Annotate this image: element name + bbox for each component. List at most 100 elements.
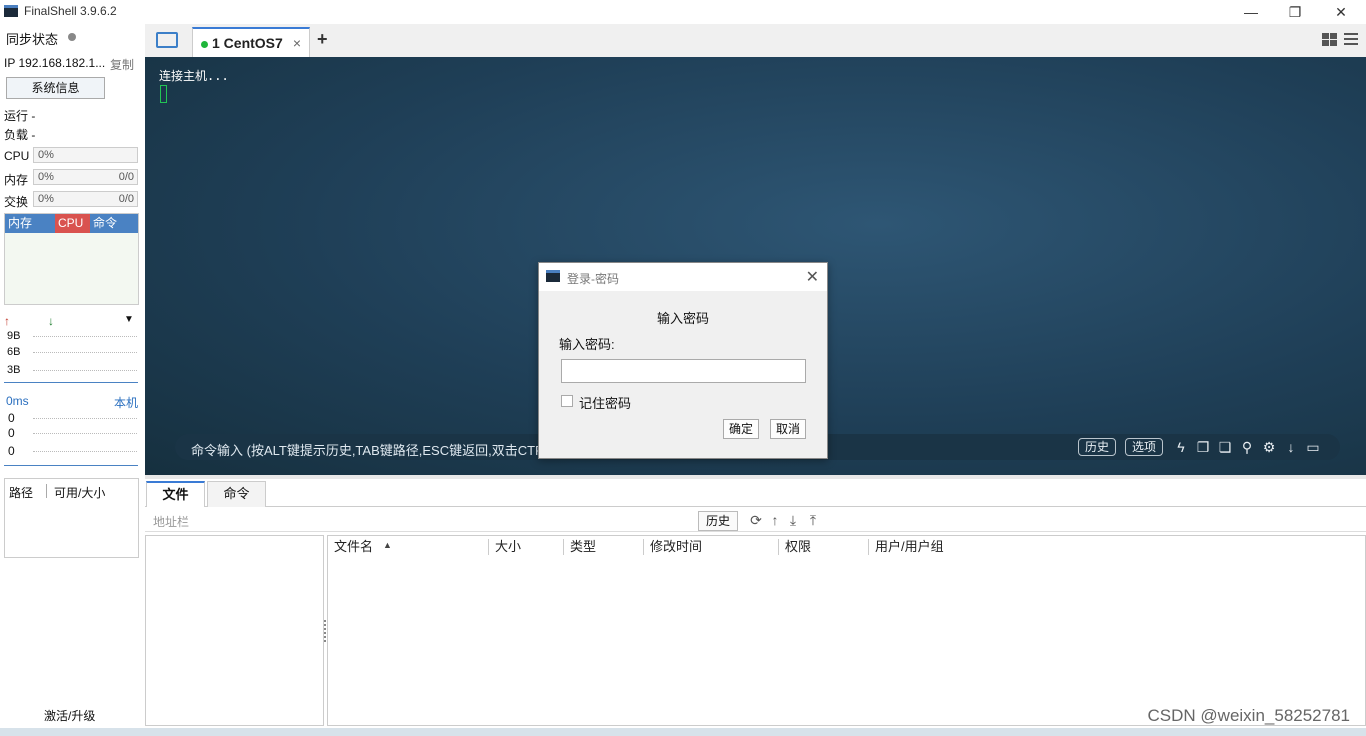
- history-button[interactable]: 历史: [1078, 438, 1117, 456]
- parent-dir-icon[interactable]: ↑: [767, 512, 783, 528]
- arrow-down-icon[interactable]: ↓: [1283, 439, 1299, 455]
- address-input[interactable]: 地址栏: [150, 513, 189, 532]
- upload-icon[interactable]: ⤒: [805, 512, 821, 528]
- path-header[interactable]: 路径: [9, 484, 33, 501]
- process-col-cmd[interactable]: 命令: [90, 214, 138, 233]
- maximize-button[interactable]: ❐: [1280, 2, 1310, 22]
- sort-asc-icon: ▲: [383, 540, 392, 550]
- lightning-icon[interactable]: ϟ: [1173, 439, 1189, 455]
- login-password-dialog: 登录-密码 ✕ 输入密码 输入密码: 记住密码 确定 取消: [538, 262, 828, 459]
- copy-ip-link[interactable]: 复制: [110, 56, 134, 73]
- refresh-icon[interactable]: ⟳: [748, 512, 764, 528]
- menu-icon: [1344, 43, 1358, 45]
- bottom-tab-bar: 文件 命令: [145, 479, 1366, 507]
- minimize-button[interactable]: —: [1236, 2, 1266, 22]
- grid-line: [33, 352, 137, 353]
- dialog-title-bar: 登录-密码 ✕: [539, 263, 827, 291]
- grid-layout-icon: [1322, 40, 1329, 46]
- column-divider: [46, 484, 47, 498]
- sidebar: 同步状态 IP 192.168.182.1... 复制 系统信息 运行 - 负载…: [0, 24, 142, 736]
- session-tab-bar: 1 CentOS7 × +: [145, 24, 1366, 57]
- activate-link[interactable]: 激活/升级: [44, 707, 95, 724]
- swap-meter: 0% 0/0: [33, 191, 138, 207]
- process-header: 内存 CPU 命令: [5, 214, 138, 233]
- col-modified[interactable]: 修改时间: [643, 539, 702, 555]
- latency-value: 0ms: [6, 394, 29, 408]
- grid-line: [33, 433, 137, 434]
- paste-icon[interactable]: ❏: [1217, 439, 1233, 455]
- latency-scale: 0: [8, 411, 15, 425]
- window-title: FinalShell 3.9.6.2: [24, 4, 117, 18]
- grid-layout-icon: [1330, 33, 1337, 39]
- chevron-down-icon[interactable]: ▼: [124, 314, 134, 325]
- dialog-heading: 输入密码: [656, 311, 709, 326]
- swap-value: 0%: [38, 193, 54, 205]
- window-icon[interactable]: ▭: [1305, 439, 1321, 455]
- grid-line: [33, 418, 137, 419]
- ok-button[interactable]: 确定: [723, 419, 759, 439]
- net-scale: 3B: [7, 364, 21, 376]
- process-panel: 内存 CPU 命令: [4, 213, 139, 305]
- terminal-output: 连接主机...: [159, 69, 229, 83]
- tab-files[interactable]: 文件: [146, 481, 205, 507]
- host-ip: IP 192.168.182.1...: [4, 56, 106, 70]
- sync-status[interactable]: 同步状态: [6, 29, 58, 48]
- grid-line: [33, 451, 137, 452]
- arrow-up-icon: ↑: [4, 314, 10, 328]
- tab-session[interactable]: 1 CentOS7 ×: [192, 27, 310, 57]
- latency-scale: 0: [8, 444, 15, 458]
- latency-host[interactable]: 本机: [114, 394, 138, 411]
- load-status: 负载 -: [4, 128, 36, 142]
- menu-icon: [1344, 38, 1358, 40]
- cancel-button[interactable]: 取消: [770, 419, 806, 439]
- file-history-button[interactable]: 历史: [698, 511, 738, 531]
- tab-session-label: 1 CentOS7: [212, 35, 283, 51]
- options-button[interactable]: 选项: [1125, 438, 1164, 456]
- avail-header[interactable]: 可用/大小: [54, 484, 105, 501]
- app-icon: [4, 5, 18, 17]
- splitter-handle[interactable]: [324, 620, 326, 642]
- mem-label: 内存: [4, 173, 29, 187]
- layout-icons: [1322, 32, 1362, 48]
- net-chart-baseline: [4, 382, 138, 383]
- swap-label: 交换: [4, 195, 29, 209]
- col-size[interactable]: 大小: [488, 539, 521, 555]
- remember-password-label[interactable]: 记住密码: [579, 393, 631, 412]
- grid-line: [33, 370, 137, 371]
- col-permissions[interactable]: 权限: [778, 539, 811, 555]
- address-bar[interactable]: 地址栏 历史 ⟳ ↑ ⤓ ⤒: [145, 510, 1366, 532]
- cpu-label: CPU: [4, 149, 30, 163]
- process-col-cpu[interactable]: CPU: [55, 214, 90, 233]
- password-input[interactable]: [561, 359, 806, 383]
- close-icon[interactable]: ✕: [806, 267, 819, 287]
- remember-password-checkbox[interactable]: [561, 395, 573, 407]
- directory-tree[interactable]: [145, 535, 324, 726]
- add-tab-button[interactable]: +: [317, 29, 328, 50]
- col-filename[interactable]: 文件名: [328, 539, 373, 555]
- grid-line: [33, 336, 137, 337]
- col-type[interactable]: 类型: [563, 539, 596, 555]
- gear-icon[interactable]: ⚙: [1261, 439, 1277, 455]
- sysinfo-button[interactable]: 系统信息: [6, 77, 105, 99]
- download-icon[interactable]: ⤓: [785, 512, 801, 528]
- connection-status-icon: [201, 41, 208, 48]
- net-scale: 6B: [7, 346, 21, 358]
- mem-value: 0%: [38, 171, 54, 183]
- copy-icon[interactable]: ❐: [1195, 439, 1211, 455]
- run-status: 运行 -: [4, 109, 36, 123]
- folder-icon[interactable]: [156, 32, 178, 48]
- menu-icon[interactable]: [1344, 33, 1358, 35]
- col-owner[interactable]: 用户/用户组: [868, 539, 944, 555]
- search-icon[interactable]: ⚲: [1239, 439, 1255, 455]
- arrow-down-icon: ↓: [48, 314, 54, 328]
- cpu-value: 0%: [38, 149, 54, 161]
- file-list[interactable]: 文件名 ▲ 大小 类型 修改时间 权限 用户/用户组: [327, 535, 1366, 726]
- grid-layout-icon[interactable]: [1322, 33, 1329, 39]
- command-input-hint[interactable]: 命令输入 (按ALT键提示历史,TAB键路径,ESC键返回,双击CTR: [191, 440, 544, 459]
- tab-commands[interactable]: 命令: [207, 481, 266, 507]
- latency-scale: 0: [8, 426, 15, 440]
- process-col-mem[interactable]: 内存: [5, 214, 55, 233]
- close-button[interactable]: ✕: [1326, 2, 1356, 22]
- close-tab-icon[interactable]: ×: [293, 35, 301, 51]
- mem-ratio: 0/0: [118, 171, 134, 183]
